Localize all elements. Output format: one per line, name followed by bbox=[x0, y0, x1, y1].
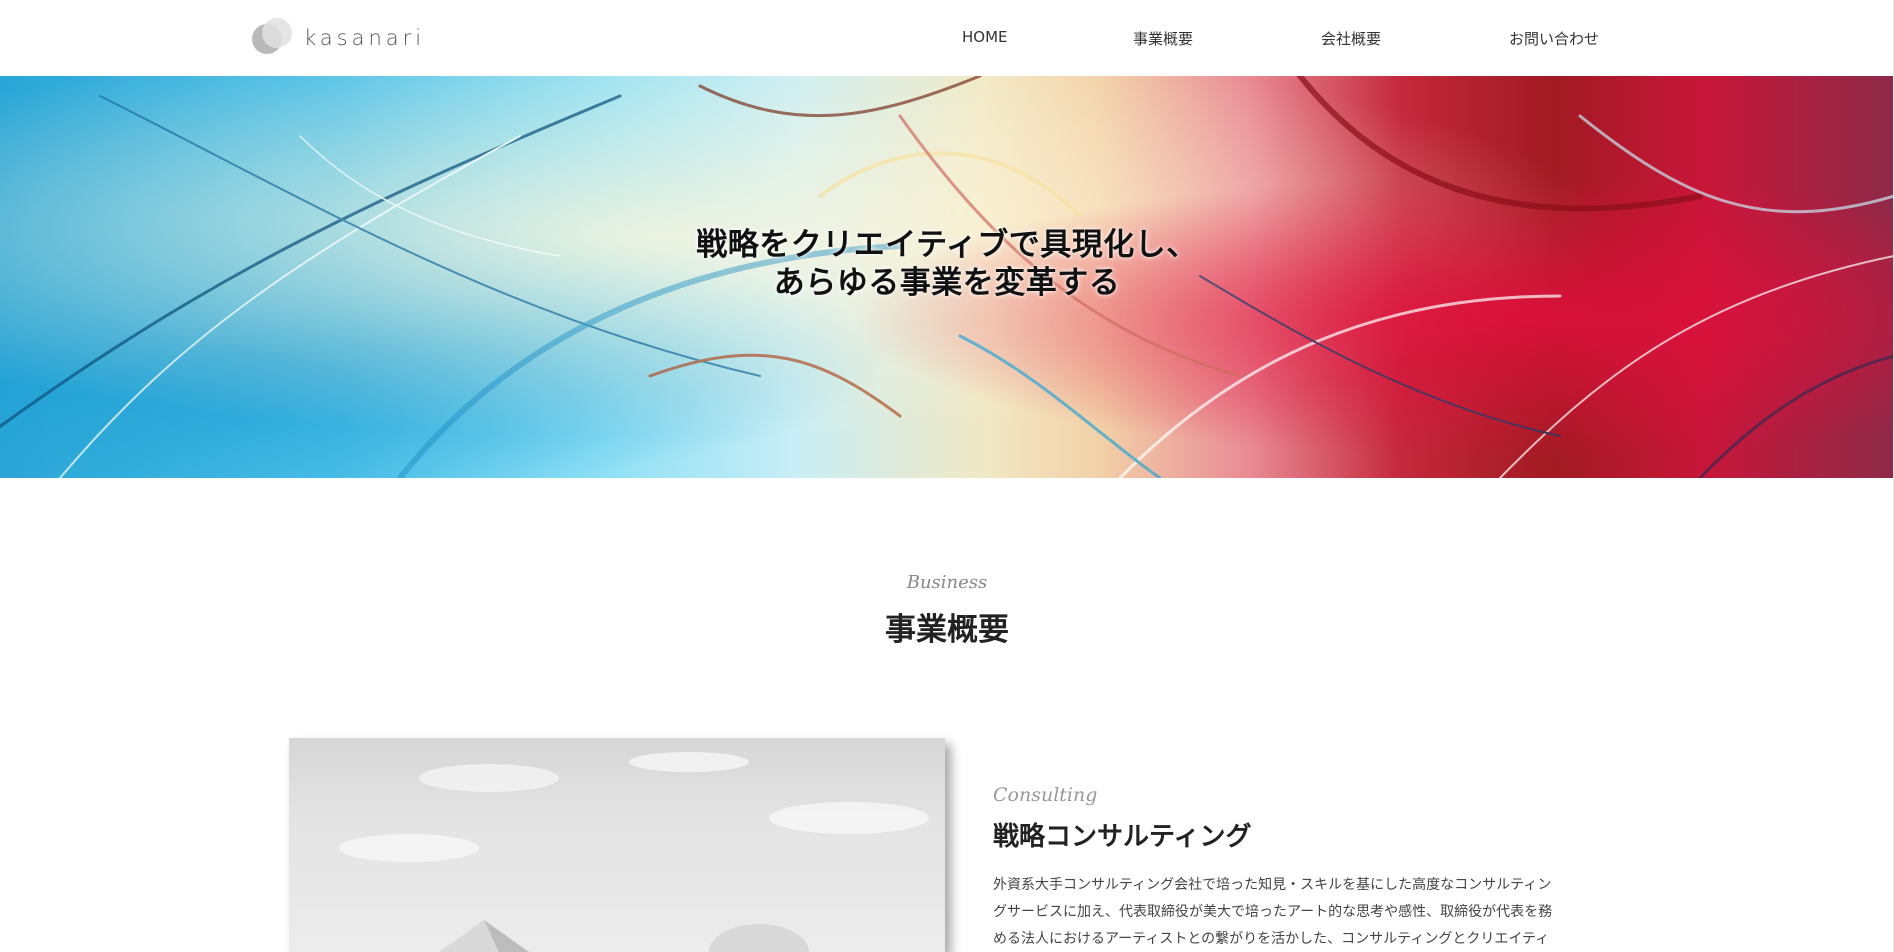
nav-home[interactable]: HOME bbox=[962, 28, 1008, 46]
consulting-subtitle: Consulting bbox=[993, 784, 1098, 806]
consulting-photo bbox=[289, 738, 945, 952]
nav-business[interactable]: 事業概要 bbox=[1133, 28, 1193, 49]
main-nav: HOME 事業概要 会社概要 お問い合わせ bbox=[0, 28, 1894, 50]
business-subtitle: Business bbox=[906, 572, 988, 593]
consulting-description: 外資系大手コンサルティング会社で培った知見・スキルを基にした高度なコンサルティン… bbox=[993, 877, 1553, 947]
hero-title-line2: あらゆる事業を変革する bbox=[773, 265, 1121, 301]
business-heading: 事業概要 bbox=[885, 612, 1009, 648]
building-image bbox=[339, 752, 929, 952]
site-header: kasanari HOME 事業概要 会社概要 お問い合わせ bbox=[0, 0, 1894, 76]
hero-title: 戦略をクリエイティブで具現化し、 あらゆる事業を変革する bbox=[0, 226, 1894, 302]
hero-title-line1: 戦略をクリエイティブで具現化し、 bbox=[696, 227, 1198, 263]
consulting-heading: 戦略コンサルティング bbox=[993, 822, 1252, 852]
page: kasanari HOME 事業概要 会社概要 お問い合わせ 戦略をクリエイティ… bbox=[0, 0, 1894, 952]
nav-company[interactable]: 会社概要 bbox=[1321, 28, 1381, 49]
hero-banner: 戦略をクリエイティブで具現化し、 あらゆる事業を変革する bbox=[0, 76, 1894, 478]
nav-contact[interactable]: お問い合わせ bbox=[1509, 28, 1599, 49]
